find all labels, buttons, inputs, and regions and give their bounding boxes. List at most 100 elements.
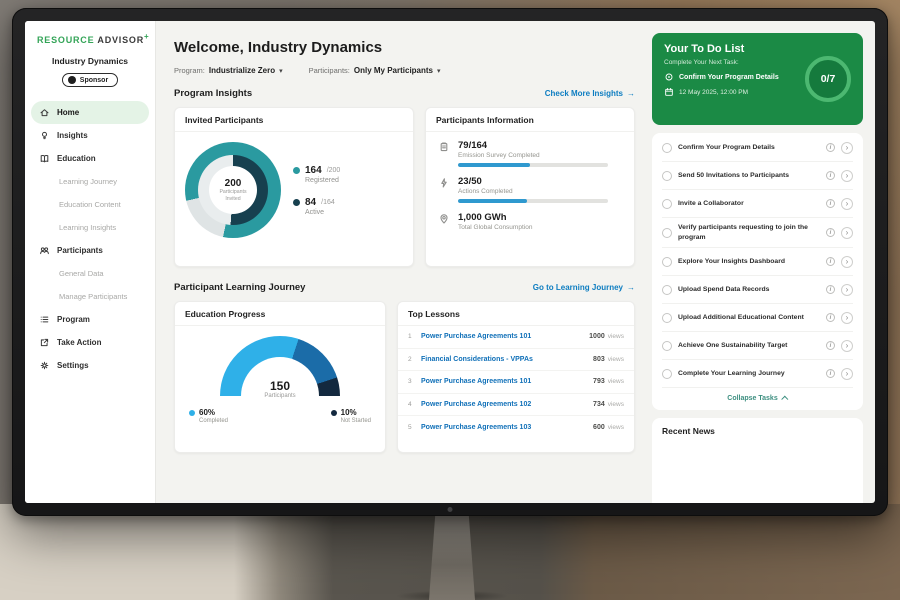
gear-icon — [39, 360, 50, 371]
recent-news-title: Recent News — [662, 426, 853, 436]
participants-select[interactable]: Participants: Only My Participants ▾ — [309, 66, 441, 75]
lesson-row[interactable]: 2 Financial Considerations - VPPAs 803vi… — [398, 349, 634, 372]
lesson-title-link[interactable]: Financial Considerations - VPPAs — [421, 356, 593, 363]
sidebar-item-learning-journey[interactable]: Learning Journey — [31, 170, 149, 193]
chevron-right-icon[interactable]: › — [841, 340, 853, 352]
education-gauge: 150 Participants — [220, 336, 340, 396]
legend-dot — [189, 410, 195, 416]
lesson-views: 803 — [593, 356, 605, 363]
check-more-insights-link[interactable]: Check More Insights → — [545, 89, 635, 98]
sidebar-item-insights[interactable]: Insights — [31, 124, 149, 147]
chevron-up-icon — [781, 396, 788, 403]
task-row[interactable]: Upload Additional Educational Content i … — [662, 304, 853, 332]
task-row[interactable]: Confirm Your Program Details i › — [662, 134, 853, 162]
insights-cards-row: Invited Participants 200 Participants In… — [174, 107, 635, 267]
go-to-learning-journey-link[interactable]: Go to Learning Journey → — [533, 283, 635, 292]
chevron-right-icon[interactable]: › — [841, 198, 853, 210]
lesson-title-link[interactable]: Power Purchase Agreements 103 — [421, 424, 593, 431]
chevron-right-icon[interactable]: › — [841, 142, 853, 154]
stat-value: 79/164 — [458, 140, 608, 151]
sidebar-item-label: Education — [57, 154, 96, 163]
legend-suffix: /200 — [327, 167, 341, 174]
info-icon[interactable]: i — [826, 313, 835, 322]
task-checkbox[interactable] — [662, 285, 672, 295]
task-checkbox[interactable] — [662, 257, 672, 267]
task-row[interactable]: Upload Spend Data Records i › — [662, 276, 853, 304]
info-icon[interactable]: i — [826, 171, 835, 180]
task-checkbox[interactable] — [662, 228, 672, 238]
monitor-stand — [429, 512, 475, 600]
info-icon[interactable]: i — [826, 228, 835, 237]
home-icon — [39, 107, 50, 118]
legend-dot — [293, 199, 300, 206]
chevron-right-icon[interactable]: › — [841, 227, 853, 239]
info-icon[interactable]: i — [826, 257, 835, 266]
sidebar-item-manage-participants[interactable]: Manage Participants — [31, 285, 149, 308]
task-row[interactable]: Send 50 Invitations to Participants i › — [662, 162, 853, 190]
sidebar-item-learning-insights[interactable]: Learning Insights — [31, 216, 149, 239]
program-select[interactable]: Program: Industrialize Zero ▾ — [174, 66, 283, 75]
chevron-right-icon[interactable]: › — [841, 368, 853, 380]
card-title: Top Lessons — [398, 302, 634, 326]
info-icon[interactable]: i — [826, 369, 835, 378]
chevron-right-icon[interactable]: › — [841, 284, 853, 296]
task-row[interactable]: Verify participants requesting to join t… — [662, 218, 853, 248]
participants-select-label: Participants: — [309, 66, 350, 75]
info-icon[interactable]: i — [826, 285, 835, 294]
chevron-right-icon[interactable]: › — [841, 256, 853, 268]
info-icon[interactable]: i — [826, 341, 835, 350]
sidebar-item-general-data[interactable]: General Data — [31, 262, 149, 285]
lesson-title-link[interactable]: Power Purchase Agreements 101 — [421, 333, 589, 340]
stat-actions-completed: 23/50 Actions Completed — [438, 176, 622, 203]
info-icon[interactable]: i — [826, 199, 835, 208]
program-insights-header: Program Insights Check More Insights → — [174, 88, 635, 99]
task-checkbox[interactable] — [662, 199, 672, 209]
collapse-tasks-button[interactable]: Collapse Tasks — [662, 388, 853, 408]
sidebar-item-education[interactable]: Education — [31, 147, 149, 170]
filter-bar: Program: Industrialize Zero ▾ Participan… — [174, 66, 635, 75]
sidebar-item-program[interactable]: Program — [31, 308, 149, 331]
task-checkbox[interactable] — [662, 313, 672, 323]
sidebar-item-home[interactable]: Home — [31, 101, 149, 124]
lesson-title-link[interactable]: Power Purchase Agreements 102 — [421, 401, 593, 408]
invited-donut-inner: 200 Participants Invited — [198, 155, 268, 225]
legend-active: 84/164 Active — [293, 197, 340, 216]
lesson-row[interactable]: 5 Power Purchase Agreements 103 600views — [398, 416, 634, 439]
people-icon — [39, 245, 50, 256]
legend-value: 84 — [305, 197, 316, 208]
task-row[interactable]: Complete Your Learning Journey i › — [662, 360, 853, 388]
task-row[interactable]: Achieve One Sustainability Target i › — [662, 332, 853, 360]
sponsor-badge[interactable]: Sponsor — [62, 73, 118, 87]
chevron-right-icon[interactable]: › — [841, 312, 853, 324]
lesson-row[interactable]: 3 Power Purchase Agreements 101 793views — [398, 371, 634, 394]
lesson-row[interactable]: 1 Power Purchase Agreements 101 1000view… — [398, 326, 634, 349]
task-checkbox[interactable] — [662, 171, 672, 181]
lesson-title-link[interactable]: Power Purchase Agreements 101 — [421, 378, 593, 385]
task-label: Confirm Your Program Details — [678, 143, 820, 153]
learning-cards-row: Education Progress 150 Participants 60 — [174, 301, 635, 453]
lesson-views: 600 — [593, 424, 605, 431]
info-icon[interactable]: i — [826, 143, 835, 152]
clipboard-icon — [438, 141, 450, 153]
task-row[interactable]: Explore Your Insights Dashboard i › — [662, 248, 853, 276]
sidebar-item-settings[interactable]: Settings — [31, 354, 149, 377]
sidebar-item-take-action[interactable]: Take Action — [31, 331, 149, 354]
legend-registered: 164/200 Registered — [293, 165, 340, 184]
task-row[interactable]: Invite a Collaborator i › — [662, 190, 853, 218]
lesson-rank: 5 — [408, 424, 421, 431]
photo-background: RESOURCE ADVISOR+ Industry Dynamics Spon… — [0, 0, 900, 600]
todo-next-task[interactable]: Confirm Your Program Details — [664, 72, 793, 82]
task-label: Upload Additional Educational Content — [678, 313, 820, 323]
task-checkbox[interactable] — [662, 369, 672, 379]
lesson-rank: 2 — [408, 356, 421, 363]
program-select-value: Industrialize Zero — [209, 66, 275, 75]
sidebar-item-participants[interactable]: Participants — [31, 239, 149, 262]
task-checkbox[interactable] — [662, 341, 672, 351]
participants-select-value: Only My Participants — [354, 66, 433, 75]
task-checkbox[interactable] — [662, 143, 672, 153]
lesson-row[interactable]: 4 Power Purchase Agreements 102 734views — [398, 394, 634, 417]
sidebar-item-education-content[interactable]: Education Content — [31, 193, 149, 216]
top-lessons-card: Top Lessons 1 Power Purchase Agreements … — [397, 301, 635, 453]
chevron-right-icon[interactable]: › — [841, 170, 853, 182]
todo-title: Your To Do List — [664, 43, 793, 55]
